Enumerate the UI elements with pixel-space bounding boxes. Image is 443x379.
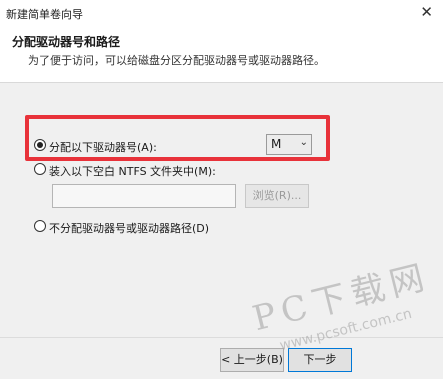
next-button[interactable]: 下一步	[288, 348, 352, 372]
wizard-footer: < 上一步(B) 下一步	[0, 337, 443, 379]
title-bar: 新建简单卷向导 ✕	[0, 0, 443, 26]
back-button[interactable]: < 上一步(B)	[220, 348, 284, 372]
mount-folder-radio[interactable]	[34, 163, 46, 175]
page-title: 分配驱动器号和路径	[12, 35, 121, 49]
mount-folder-label[interactable]: 装入以下空白 NTFS 文件夹中(M):	[49, 163, 216, 179]
wizard-content: 分配以下驱动器号(A): M ⌄ 装入以下空白 NTFS 文件夹中(M): 浏览…	[0, 83, 443, 337]
browse-button[interactable]: 浏览(R)...	[245, 184, 309, 208]
no-assign-label[interactable]: 不分配驱动器号或驱动器路径(D)	[49, 220, 209, 236]
no-assign-radio[interactable]	[34, 220, 46, 232]
wizard-header: 分配驱动器号和路径 为了便于访问，可以给磁盘分区分配驱动器号或驱动器路径。	[0, 26, 443, 83]
folder-path-input[interactable]	[52, 184, 236, 208]
page-description: 为了便于访问，可以给磁盘分区分配驱动器号或驱动器路径。	[28, 54, 325, 67]
close-icon[interactable]: ✕	[420, 3, 433, 21]
highlight-box	[25, 115, 330, 161]
window-title: 新建简单卷向导	[6, 8, 83, 21]
